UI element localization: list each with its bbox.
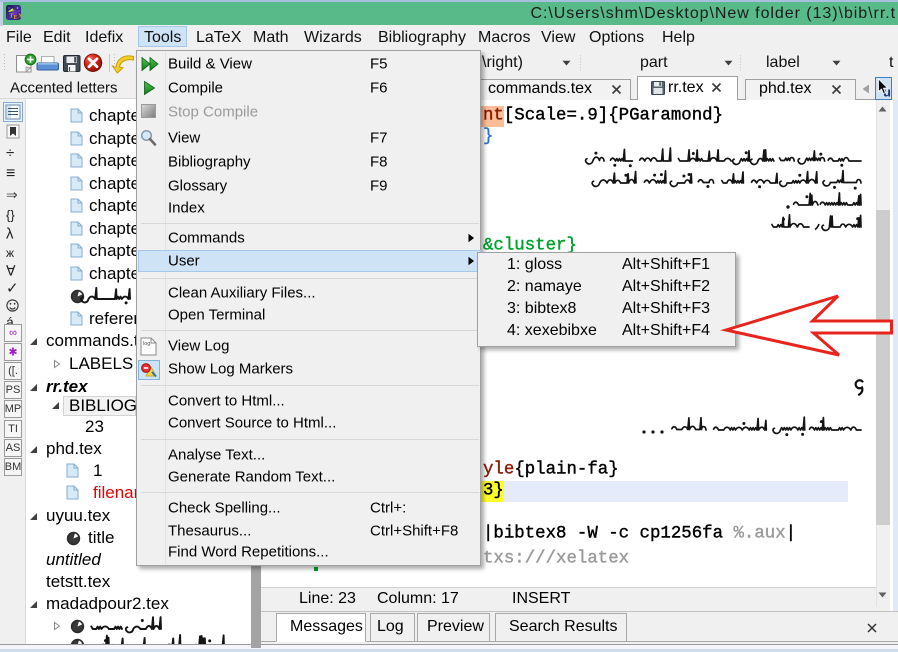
svg-text:log: log: [143, 341, 150, 347]
svg-text:TEX: TEX: [9, 13, 21, 21]
